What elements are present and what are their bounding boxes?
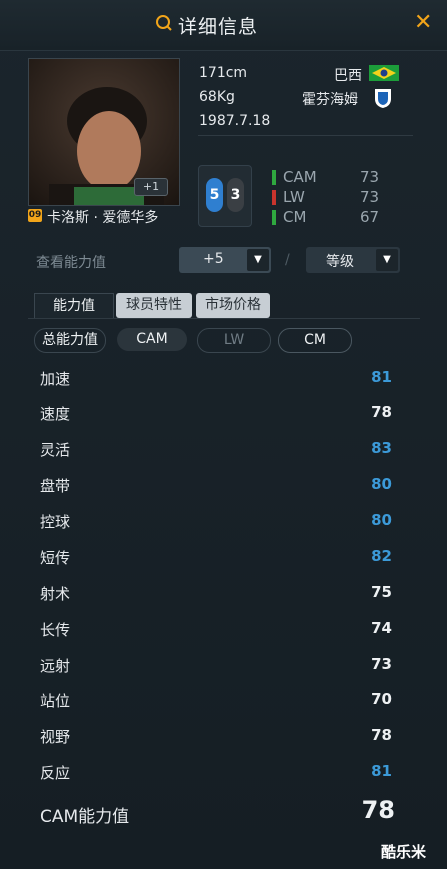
club-crest-icon (375, 89, 391, 108)
separator: / (285, 252, 290, 268)
tabs-divider (28, 318, 420, 319)
stat-name: 长传 (40, 621, 71, 639)
search-icon (156, 15, 172, 31)
watermark: 酷乐米 (381, 843, 427, 861)
stat-name: 射术 (40, 585, 71, 603)
brazil-flag-icon (369, 65, 399, 81)
stat-name: 加速 (40, 370, 71, 388)
chevron-down-icon[interactable]: ▼ (247, 249, 269, 271)
player-height: 171cm (199, 65, 248, 81)
stat-row: 反应 81 (40, 762, 392, 786)
position-label: CM (283, 208, 307, 226)
stat-row: 长传 74 (40, 619, 392, 643)
stat-name: 速度 (40, 405, 71, 423)
grade-select[interactable]: 等级 ▼ (306, 247, 400, 273)
close-icon[interactable]: ✕ (414, 10, 432, 35)
stat-name: 短传 (40, 549, 71, 567)
stat-name: 视野 (40, 728, 71, 746)
stat-row: 盘带 80 (40, 475, 392, 499)
grade-label: 等级 (326, 254, 354, 270)
chevron-down-icon[interactable]: ▼ (376, 249, 398, 271)
stat-name: 反应 (40, 764, 71, 782)
stat-name: 远射 (40, 657, 71, 675)
stat-value: 83 (371, 439, 392, 457)
stat-row: 短传 82 (40, 547, 392, 571)
position-bar-cm (272, 210, 276, 225)
stat-row: 加速 81 (40, 368, 392, 392)
position-label: LW (283, 188, 305, 206)
stat-row: 控球 80 (40, 511, 392, 535)
stat-row: 视野 78 (40, 726, 392, 750)
level-select[interactable]: +5 ▼ (179, 247, 271, 273)
preferred-foot-box: 5 3 (198, 165, 252, 227)
pill-cam[interactable]: CAM (117, 328, 187, 351)
stat-name: 控球 (40, 513, 71, 531)
tab-abilities[interactable]: 能力值 (34, 293, 114, 319)
position-rating: 67 (360, 208, 380, 226)
view-stats-label: 查看能力值 (36, 255, 106, 271)
level-value: +5 (203, 251, 224, 267)
left-foot-rating: 5 (206, 178, 223, 212)
pill-lw[interactable]: LW (197, 328, 271, 353)
right-foot-rating: 3 (227, 178, 244, 212)
stat-value: 73 (371, 655, 392, 673)
overall-badge: 09 (28, 209, 42, 222)
player-name: 卡洛斯 · 爱德华多 (47, 210, 159, 226)
total-label: CAM能力值 (40, 807, 130, 827)
stat-value: 82 (371, 547, 392, 565)
stat-name: 站位 (40, 692, 71, 710)
player-club: 霍芬海姆 (302, 92, 358, 108)
stat-row: 站位 70 (40, 690, 392, 714)
stat-value: 80 (371, 475, 392, 493)
stat-value: 70 (371, 690, 392, 708)
tab-player-traits[interactable]: 球员特性 (116, 293, 192, 318)
position-bar-cam (272, 170, 276, 185)
stat-row: 灵活 83 (40, 439, 392, 463)
position-bar-lw (272, 190, 276, 205)
player-nationality: 巴西 (334, 68, 362, 84)
header-bar: 详细信息 ✕ (0, 0, 447, 51)
player-birth: 1987.7.18 (199, 113, 271, 129)
stat-value: 78 (371, 726, 392, 744)
stat-value: 75 (371, 583, 392, 601)
stat-row: 远射 73 (40, 655, 392, 679)
position-rating: 73 (360, 168, 380, 186)
page-title: 详细信息 (178, 16, 259, 38)
pill-total[interactable]: 总能力值 (34, 328, 106, 353)
stat-row: 速度 78 (40, 403, 392, 427)
player-weight: 68Kg (199, 89, 235, 105)
stat-name: 盘带 (40, 477, 71, 495)
stat-value: 81 (371, 368, 392, 386)
tab-market-price[interactable]: 市场价格 (196, 293, 270, 318)
position-rating: 73 (360, 188, 380, 206)
total-value: 78 (361, 796, 395, 824)
stat-value: 78 (371, 403, 392, 421)
stat-value: 74 (371, 619, 392, 637)
stat-value: 80 (371, 511, 392, 529)
player-detail-panel: 详细信息 ✕ +1 09 卡洛斯 · 爱德华多 171cm 68Kg 1987.… (0, 0, 447, 869)
pill-cm[interactable]: CM (278, 328, 352, 353)
position-label: CAM (283, 168, 317, 186)
info-divider (198, 135, 413, 136)
stat-name: 灵活 (40, 441, 71, 459)
portrait-badge: +1 (134, 178, 168, 196)
stat-row: 射术 75 (40, 583, 392, 607)
stat-value: 81 (371, 762, 392, 780)
